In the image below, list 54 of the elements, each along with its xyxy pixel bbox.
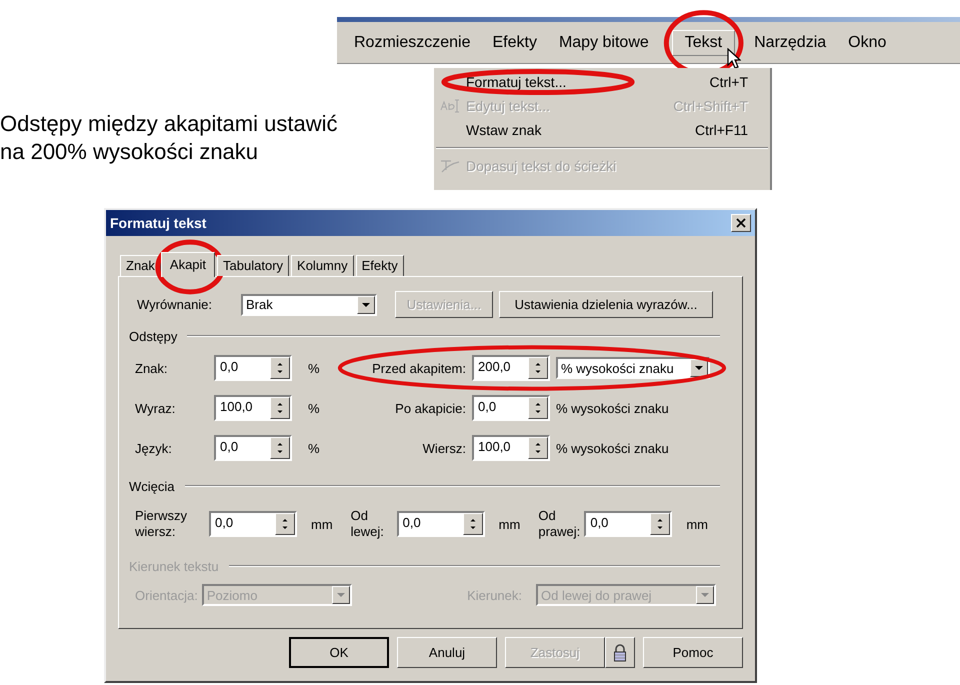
group-title: Odstępy	[129, 328, 178, 344]
unit-label: %	[308, 360, 321, 376]
tab[interactable]: Kolumny	[291, 255, 354, 276]
text-path-icon	[439, 158, 461, 174]
unit-dropdown[interactable]: % wysokości znaku	[556, 357, 710, 379]
dialog-button[interactable]: OK	[289, 637, 389, 668]
field-label: Pierwszy wiersz:	[135, 508, 188, 540]
field-label: Od lewej:	[350, 508, 385, 540]
tab[interactable]: Tabulatory	[217, 255, 290, 276]
field-label: Wyraz:	[135, 400, 176, 416]
unit-label: %	[308, 440, 321, 456]
field-label: Znak:	[135, 360, 169, 376]
text-edit-icon	[439, 98, 461, 114]
field-label: Wyrównanie:	[136, 297, 214, 312]
group-title: Kierunek tekstu	[129, 558, 219, 574]
tab[interactable]: Efekty	[356, 255, 404, 276]
menu-bar-item[interactable]: Tekst	[672, 30, 736, 56]
close-icon	[736, 218, 746, 228]
menu-bar-item[interactable]: Mapy bitowe	[550, 30, 658, 56]
dropdown-arrow-icon	[701, 593, 709, 597]
close-button[interactable]	[731, 214, 751, 232]
lock-button[interactable]	[605, 637, 635, 668]
unit-label: %	[308, 400, 321, 416]
field-label: Po akapicie:	[394, 400, 467, 416]
field-label: Orientacja:	[135, 588, 198, 602]
dropdown[interactable]: Brak	[241, 294, 377, 316]
mouse-pointer-icon	[727, 48, 742, 70]
field-label: Od prawej:	[538, 508, 578, 540]
dropdown-arrow-icon	[336, 593, 345, 597]
dialog-button[interactable]: Anuluj	[397, 637, 497, 668]
slide-caption: Odstępy między akapitami ustawić na 200% wysokości znaku	[0, 110, 338, 166]
field-label: Język:	[135, 440, 173, 456]
field-label: Przed akapitem:	[371, 360, 467, 376]
unit-label: mm	[311, 516, 333, 532]
menu-item[interactable]: Formatuj tekst... Ctrl+T	[434, 70, 770, 94]
dialog-button[interactable]: Pomoc	[643, 637, 743, 668]
padlock-icon	[613, 642, 627, 662]
dropdown-arrow-icon	[695, 366, 703, 370]
field-label: Wiersz:	[422, 440, 467, 456]
menu-item[interactable]: Wstaw znak Ctrl+F11	[434, 118, 770, 142]
unit-label: % wysokości znaku	[556, 440, 669, 456]
window-title: Formatuj tekst	[110, 215, 206, 231]
group-title: Wcięcia	[129, 478, 175, 494]
hyphenation-settings-button[interactable]: Ustawienia dzielenia wyrazów...	[499, 291, 713, 318]
field-label: Kierunek:	[467, 588, 522, 602]
menu-bar-item[interactable]: Okno	[839, 30, 896, 56]
tab[interactable]: Akapit	[160, 252, 216, 277]
menu-bar-item[interactable]: Rozmieszczenie	[345, 30, 480, 56]
dropdown-arrow-icon	[362, 302, 370, 306]
menu-bar-item[interactable]: Narzędzia	[745, 30, 836, 56]
unit-label: % wysokości znaku	[556, 400, 669, 416]
menu-bar-item[interactable]: Efekty	[483, 30, 546, 56]
unit-label: mm	[686, 516, 708, 532]
unit-label: mm	[498, 516, 520, 532]
